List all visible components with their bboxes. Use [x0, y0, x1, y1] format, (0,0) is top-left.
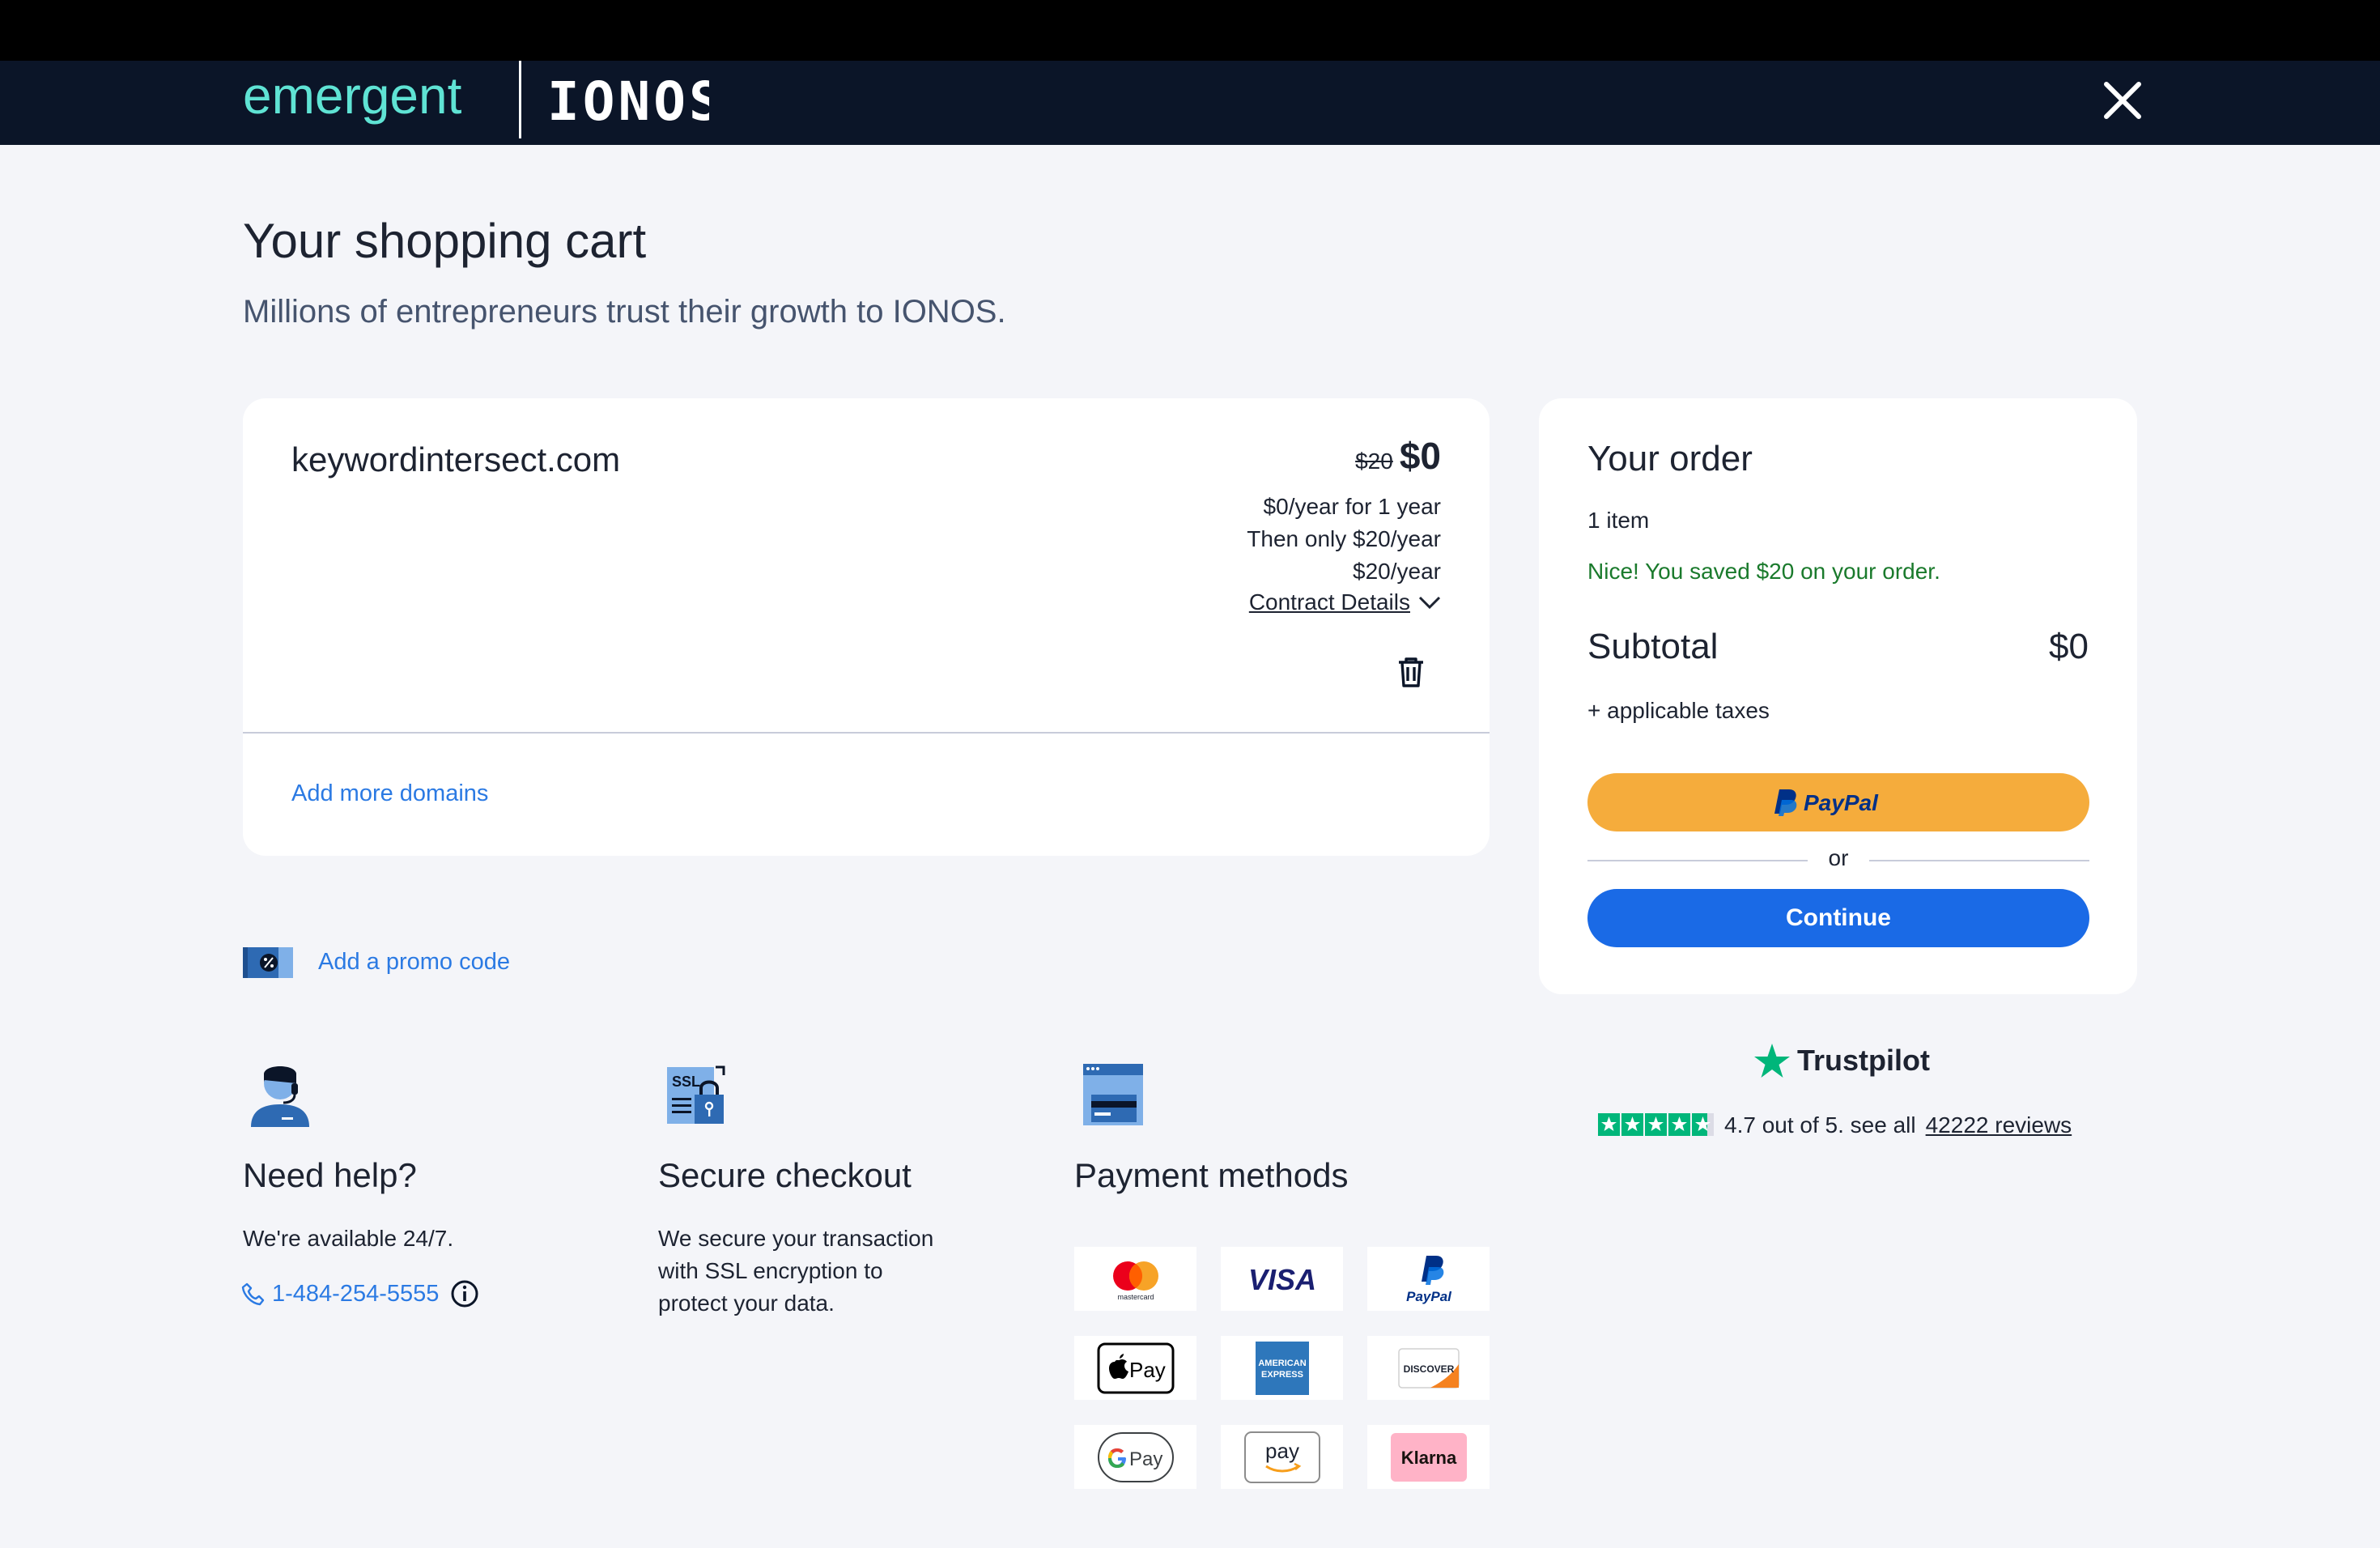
- amex-tile: AMERICAN EXPRESS: [1221, 1336, 1343, 1400]
- cart-item-card: keywordintersect.com $20 $0 $0/year for 1…: [243, 398, 1490, 856]
- ionos-logo-text: IONOS: [547, 73, 709, 130]
- cart-domain-name: keywordintersect.com: [291, 440, 621, 478]
- contract-details-label: Contract Details: [1248, 589, 1410, 615]
- paypal-logo: PayPal: [1774, 789, 1879, 816]
- visa-tile: VISA: [1221, 1247, 1343, 1311]
- secure-line-2: with SSL encryption to: [658, 1258, 883, 1283]
- amex-icon: AMERICAN EXPRESS: [1255, 1341, 1309, 1395]
- price-old: $20: [1355, 449, 1393, 474]
- price-new: $0: [1399, 435, 1441, 477]
- trash-icon[interactable]: [1392, 653, 1430, 691]
- discover-tile: DISCOVER: [1367, 1336, 1490, 1400]
- visa-wordmark: VISA: [1247, 1263, 1315, 1296]
- googlepay-wordmark: Pay: [1129, 1448, 1162, 1470]
- cart-divider: [243, 732, 1490, 734]
- payment-methods-title: Payment methods: [1074, 1156, 1349, 1194]
- price-then: Then only $20/year: [1247, 526, 1441, 551]
- trustpilot-rating-row: 4.7 out of 5. see all 42222 reviews: [1598, 1112, 2072, 1138]
- paypal-checkout-button[interactable]: PayPal: [1587, 773, 2089, 831]
- discover-wordmark: DISCOVER: [1403, 1363, 1454, 1375]
- secure-checkout-title: Secure checkout: [658, 1156, 912, 1194]
- add-promo-code-link[interactable]: Add a promo code: [318, 949, 510, 976]
- info-icon[interactable]: [450, 1279, 479, 1308]
- paypal-wordmark: PayPal: [1406, 1289, 1452, 1304]
- taxes-note: + applicable taxes: [1587, 698, 1770, 723]
- trustpilot-logo[interactable]: Trustpilot: [1753, 1043, 1930, 1078]
- promo-ticket-icon: [243, 947, 293, 978]
- need-help-title: Need help?: [243, 1156, 417, 1194]
- order-summary-card: Your order 1 item Nice! You saved $20 on…: [1539, 398, 2137, 994]
- chevron-down-icon: [1418, 596, 1441, 610]
- price-term: $0/year for 1 year: [1263, 494, 1441, 519]
- or-separator: or: [1587, 844, 2089, 876]
- ssl-lock-icon: SSL: [667, 1065, 725, 1124]
- logo-separator: [519, 61, 521, 138]
- phone-icon: [241, 1282, 265, 1306]
- or-text: or: [1828, 845, 1849, 870]
- klarna-icon: Klarna: [1390, 1432, 1467, 1482]
- emergent-logo-text: emergent: [243, 71, 462, 125]
- applepay-icon: Pay: [1097, 1342, 1174, 1393]
- secure-line-1: We secure your transaction: [658, 1226, 934, 1251]
- ionos-logo[interactable]: IONOS: [547, 73, 709, 130]
- or-line-right: [1869, 860, 2089, 861]
- googlepay-tile: Pay: [1074, 1425, 1196, 1489]
- close-icon[interactable]: [2102, 79, 2144, 121]
- trustpilot-reviews-link[interactable]: 42222 reviews: [1926, 1112, 2072, 1138]
- support-phone-link[interactable]: 1-484-254-5555: [272, 1281, 439, 1308]
- subtotal-value: $0: [2049, 627, 2089, 666]
- trustpilot-stars-icon: [1598, 1113, 1714, 1136]
- support-agent-icon: [251, 1066, 309, 1127]
- order-title: Your order: [1587, 439, 1753, 478]
- secure-checkout-text: We secure your transaction with SSL encr…: [658, 1223, 933, 1320]
- discover-icon: DISCOVER: [1397, 1347, 1460, 1389]
- amazonpay-icon: pay: [1243, 1431, 1320, 1483]
- payment-card-icon: [1083, 1064, 1143, 1125]
- browser-top-bar: [0, 0, 2380, 61]
- emergent-logo[interactable]: emergent: [243, 71, 502, 136]
- paypal-logo-text: PayPal: [1804, 790, 1879, 815]
- mastercard-wordmark: mastercard: [1117, 1293, 1154, 1301]
- mastercard-tile: mastercard: [1074, 1247, 1196, 1311]
- klarna-tile: Klarna: [1367, 1425, 1490, 1489]
- support-phone: 1-484-254-5555: [241, 1279, 479, 1308]
- applepay-tile: Pay: [1074, 1336, 1196, 1400]
- amex-wordmark-2: EXPRESS: [1261, 1370, 1303, 1380]
- page-title: Your shopping cart: [243, 214, 647, 268]
- cart-price-block: $20 $0 $0/year for 1 year Then only $20/y…: [1247, 437, 1441, 615]
- order-item-count: 1 item: [1587, 508, 1650, 533]
- page-subtitle: Millions of entrepreneurs trust their gr…: [243, 294, 1006, 330]
- contract-details-toggle[interactable]: Contract Details: [1249, 589, 1441, 615]
- subtotal-label: Subtotal: [1587, 627, 1719, 666]
- klarna-wordmark: Klarna: [1400, 1448, 1456, 1468]
- amex-wordmark-1: AMERICAN: [1258, 1359, 1306, 1368]
- paypal-icon: PayPal: [1406, 1255, 1452, 1304]
- need-help-text: We're available 24/7.: [243, 1226, 454, 1251]
- mastercard-icon: mastercard: [1112, 1261, 1158, 1301]
- trustpilot-rating-text: 4.7 out of 5. see all: [1724, 1112, 1916, 1138]
- continue-button[interactable]: Continue: [1587, 889, 2089, 947]
- secure-line-3: protect your data.: [658, 1291, 835, 1316]
- trustpilot-star-icon: [1754, 1044, 1790, 1078]
- googlepay-icon: Pay: [1097, 1431, 1174, 1482]
- price-regular: $20/year: [1353, 559, 1441, 584]
- visa-icon: VISA: [1247, 1263, 1315, 1296]
- paypal-tile: PayPal: [1367, 1247, 1490, 1311]
- trustpilot-name: Trustpilot: [1797, 1044, 1930, 1077]
- ssl-badge-text: SSL: [672, 1074, 700, 1090]
- amazonpay-wordmark: pay: [1265, 1439, 1299, 1463]
- amazonpay-tile: pay: [1221, 1425, 1343, 1489]
- applepay-wordmark: Pay: [1129, 1358, 1166, 1382]
- add-more-domains-link[interactable]: Add more domains: [291, 780, 488, 807]
- order-savings-message: Nice! You saved $20 on your order.: [1587, 559, 1940, 584]
- price-line: $20 $0: [1247, 437, 1441, 474]
